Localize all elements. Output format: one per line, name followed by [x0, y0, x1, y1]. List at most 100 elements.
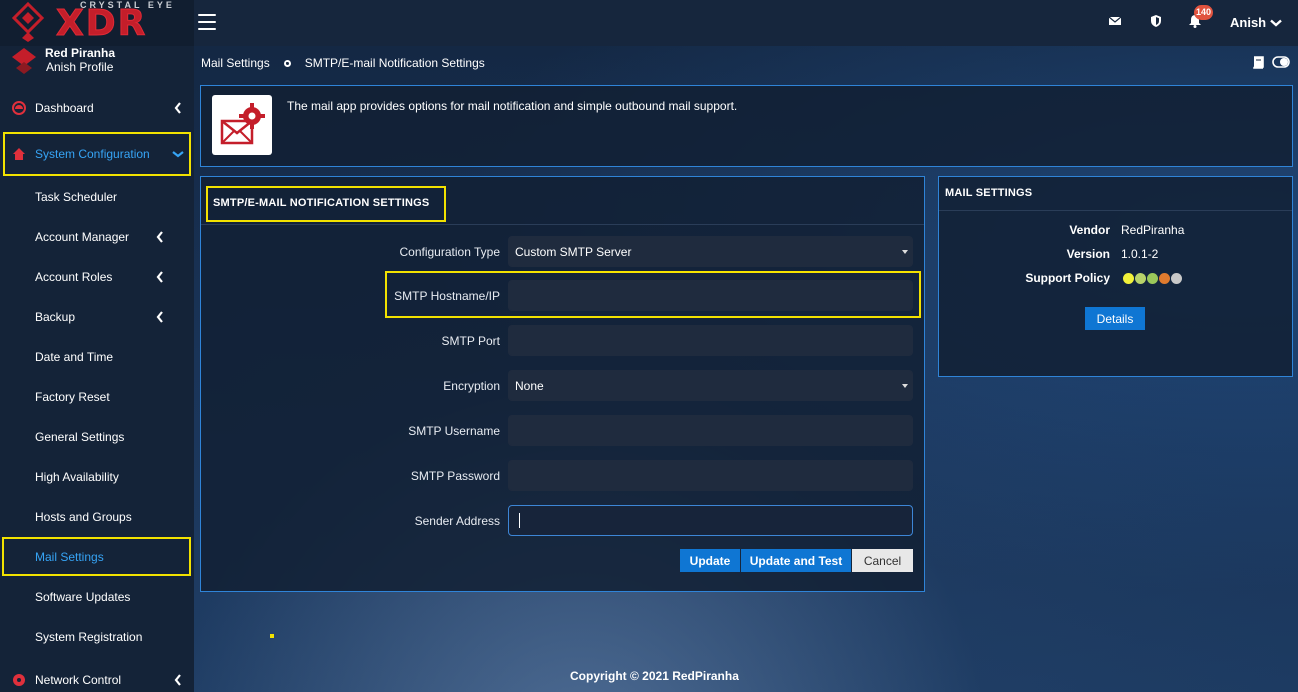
config-type-value: Custom SMTP Server — [515, 245, 632, 259]
support-policy-label: Support Policy — [1025, 271, 1110, 285]
hostname-label: SMTP Hostname/IP — [394, 289, 500, 303]
logo-wordmark: XDR — [55, 3, 148, 44]
footer-copyright: Copyright © 2021 RedPiranha — [570, 669, 739, 683]
sidebar-item-label: Task Scheduler — [35, 190, 118, 204]
chevron-left-icon — [174, 674, 181, 686]
toggle-icon[interactable] — [1272, 56, 1290, 68]
sidebar-item-backup[interactable]: Backup — [0, 297, 194, 337]
breadcrumb-separator-icon — [283, 59, 291, 67]
sidebar-item-label: System Registration — [35, 630, 143, 644]
brand-logo[interactable]: CRYSTAL EYE XDR — [0, 0, 194, 46]
chevron-down-icon — [1270, 19, 1282, 27]
config-type-row: Configuration Type Custom SMTP Server — [201, 236, 926, 268]
sidebar-item-label: Dashboard — [35, 101, 94, 115]
breadcrumb: Mail Settings SMTP/E-mail Notification S… — [201, 56, 485, 70]
profile-name: Red Piranha — [45, 46, 116, 60]
sidebar-item-label: Mail Settings — [35, 550, 104, 564]
profile-block[interactable]: Red Piranha Anish Profile — [0, 46, 194, 80]
chevron-down-icon — [172, 151, 184, 158]
dashboard-gauge-icon — [12, 101, 26, 115]
notification-badge: 140 — [1194, 5, 1214, 20]
chevron-left-icon — [156, 231, 163, 243]
support-dot — [1171, 273, 1182, 284]
sidebar-item-date-and-time[interactable]: Date and Time — [0, 337, 194, 377]
panel-header: SMTP/E-MAIL NOTIFICATION SETTINGS — [201, 177, 924, 225]
sidebar-item-label: Account Manager — [35, 230, 130, 244]
home-icon — [13, 148, 25, 160]
sidebar-item-dashboard[interactable]: Dashboard — [0, 88, 194, 128]
hostname-row: SMTP Hostname/IP — [201, 280, 926, 312]
password-label: SMTP Password — [410, 469, 500, 483]
cancel-button[interactable]: Cancel — [852, 549, 913, 572]
form-actions: Update Update and Test Cancel — [201, 549, 926, 573]
hostname-input[interactable] — [508, 280, 913, 311]
breadcrumb-parent[interactable]: Mail Settings — [201, 56, 270, 70]
username-input[interactable] — [508, 415, 913, 446]
vendor-label: Vendor — [1069, 223, 1110, 237]
sender-input[interactable] — [508, 505, 913, 536]
sidebar-item-hosts-and-groups[interactable]: Hosts and Groups — [0, 497, 194, 537]
port-input[interactable] — [508, 325, 913, 356]
profile-subtitle: Anish Profile — [46, 60, 114, 74]
text-cursor — [519, 513, 520, 528]
sidebar-item-label: High Availability — [35, 470, 119, 484]
config-type-select[interactable]: Custom SMTP Server — [508, 236, 913, 267]
sidebar-item-label: General Settings — [35, 430, 125, 444]
chevron-left-icon — [174, 102, 181, 114]
sidebar-item-label: Factory Reset — [35, 390, 110, 404]
hamburger-menu-icon[interactable] — [198, 14, 216, 30]
port-row: SMTP Port — [201, 325, 926, 357]
sidebar-item-high-availability[interactable]: High Availability — [0, 457, 194, 497]
sidebar-item-account-roles[interactable]: Account Roles — [0, 257, 194, 297]
network-icon — [13, 674, 25, 686]
user-name: Anish — [1230, 15, 1267, 30]
sidebar-item-task-scheduler[interactable]: Task Scheduler — [0, 177, 194, 217]
caret-down-icon — [902, 384, 908, 388]
breadcrumb-current: SMTP/E-mail Notification Settings — [304, 56, 485, 70]
vendor-value: RedPiranha — [1121, 223, 1185, 237]
sidebar-item-label: Date and Time — [35, 350, 114, 364]
sidebar-item-mail-settings[interactable]: Mail Settings — [0, 537, 194, 577]
sender-label: Sender Address — [414, 514, 500, 528]
panel-title: SMTP/E-MAIL NOTIFICATION SETTINGS — [213, 197, 430, 209]
envelope-icon[interactable] — [1108, 14, 1122, 28]
password-input[interactable] — [508, 460, 913, 491]
sidebar-item-label: System Configuration — [35, 147, 150, 161]
sidebar-item-general-settings[interactable]: General Settings — [0, 417, 194, 457]
sidebar-item-label: Account Roles — [35, 270, 113, 284]
chevron-left-icon — [156, 311, 163, 323]
sidebar-item-factory-reset[interactable]: Factory Reset — [0, 377, 194, 417]
support-dot — [1147, 273, 1158, 284]
update-button[interactable]: Update — [680, 549, 740, 572]
sidebar-item-account-manager[interactable]: Account Manager — [0, 217, 194, 257]
mail-settings-app-icon — [212, 95, 272, 155]
sidebar-item-label: Software Updates — [35, 590, 131, 604]
top-bar: 140 Anish — [194, 0, 1298, 46]
sidebar-item-label: Hosts and Groups — [35, 510, 132, 524]
password-row: SMTP Password — [201, 460, 926, 492]
sender-row: Sender Address — [201, 505, 926, 537]
piranha-logo-icon — [12, 48, 36, 74]
sidebar-item-system-configuration[interactable]: System Configuration — [0, 134, 194, 174]
sidebar: CRYSTAL EYE XDR Red Piranha Anish Profil… — [0, 0, 194, 692]
sidebar-item-software-updates[interactable]: Software Updates — [0, 577, 194, 617]
sidebar-item-network-control[interactable]: Network Control — [0, 660, 194, 692]
shield-icon[interactable] — [1149, 14, 1163, 28]
crystal-eye-logo-icon — [11, 2, 45, 42]
details-button[interactable]: Details — [1085, 307, 1145, 330]
main-content: Mail Settings SMTP/E-mail Notification S… — [194, 46, 1298, 692]
smtp-settings-panel: SMTP/E-MAIL NOTIFICATION SETTINGS Config… — [200, 176, 925, 592]
username-row: SMTP Username — [201, 415, 926, 447]
version-label: Version — [1066, 247, 1110, 261]
book-icon[interactable] — [1252, 56, 1264, 69]
sidebar-item-system-registration[interactable]: System Registration — [0, 617, 194, 657]
mail-gear-icon — [220, 103, 265, 145]
support-dot — [1159, 273, 1170, 284]
mail-settings-info-panel: MAIL SETTINGS Vendor RedPiranha Version … — [938, 176, 1293, 377]
port-label: SMTP Port — [441, 334, 500, 348]
user-menu[interactable]: Anish — [1230, 15, 1282, 30]
encryption-select[interactable]: None — [508, 370, 913, 401]
update-and-test-button[interactable]: Update and Test — [741, 549, 851, 572]
encryption-value: None — [515, 379, 544, 393]
page-tools — [1252, 56, 1290, 69]
